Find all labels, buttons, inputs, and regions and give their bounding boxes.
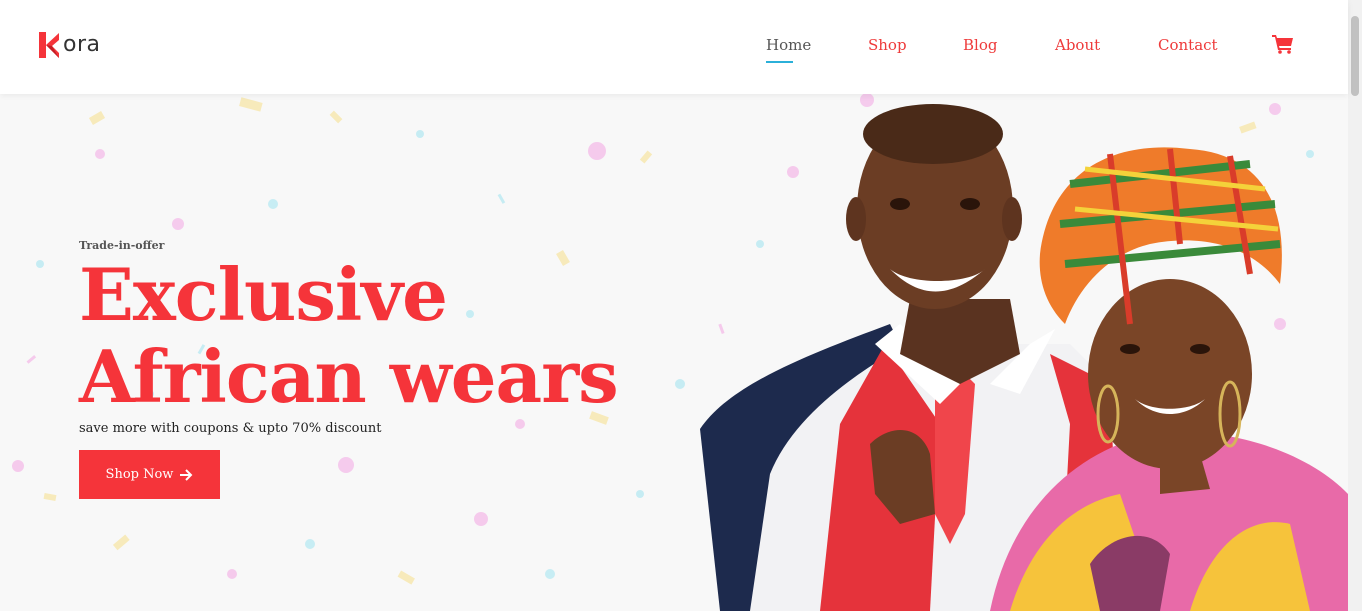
logo[interactable]: ora (37, 30, 101, 60)
hero-people-image (700, 104, 1348, 611)
shopping-cart-icon[interactable] (1272, 34, 1294, 54)
hero-headline: Exclusive African wears (79, 254, 679, 418)
nav-blog[interactable]: Blog (963, 35, 997, 55)
shop-now-button[interactable]: Shop Now (79, 450, 220, 499)
page-scrollbar[interactable] (1348, 0, 1362, 611)
hero-section: Trade-in-offer Exclusive African wears s… (0, 94, 1348, 611)
arrow-right-icon (180, 468, 193, 481)
logo-text: ora (63, 32, 101, 57)
nav-about[interactable]: About (1055, 35, 1100, 55)
nav-shop[interactable]: Shop (868, 35, 907, 55)
hero-tagline: Trade-in-offer (79, 239, 165, 252)
nav-contact[interactable]: Contact (1158, 35, 1218, 55)
site-header: ora Home Shop Blog About Contact (0, 0, 1348, 94)
headline-line-1: Exclusive (79, 252, 448, 337)
scrollbar-thumb[interactable] (1351, 16, 1359, 96)
shop-now-label: Shop Now (105, 467, 174, 482)
hero-subtext: save more with coupons & upto 70% discou… (79, 421, 382, 436)
nav-home[interactable]: Home (766, 35, 811, 63)
logo-k-icon (39, 32, 59, 58)
headline-line-2: African wears (79, 334, 619, 419)
